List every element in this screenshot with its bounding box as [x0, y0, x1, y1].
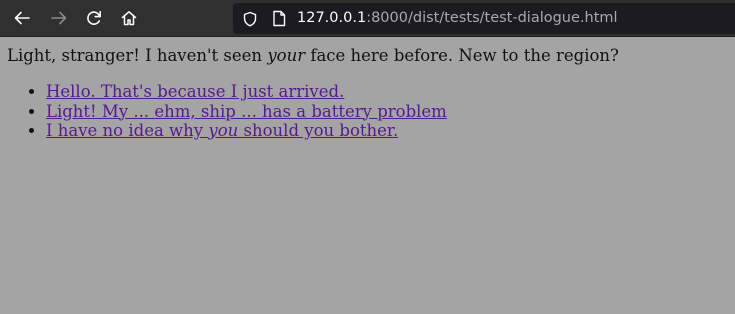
home-button[interactable]	[115, 4, 143, 32]
home-icon	[121, 11, 137, 26]
url-bar[interactable]: 127.0.0.1:8000/dist/tests/test-dialogue.…	[233, 3, 735, 34]
reload-icon	[87, 10, 101, 25]
choice-link-arrived[interactable]: Hello. That's because I just arrived.	[46, 82, 344, 101]
prompt-emphasis: your	[267, 46, 306, 65]
choice-text-after: should you bother.	[238, 121, 399, 140]
url-text[interactable]: 127.0.0.1:8000/dist/tests/test-dialogue.…	[297, 9, 618, 28]
arrow-left-icon	[14, 11, 30, 25]
page-content: Light, stranger! I haven't seen your fac…	[0, 37, 735, 314]
prompt-text-before: Light, stranger! I haven't seen	[7, 46, 268, 65]
choice-link-why-bother[interactable]: I have no idea why you should you bother…	[46, 121, 398, 140]
back-button[interactable]	[8, 4, 36, 32]
forward-button[interactable]	[45, 4, 73, 32]
dialogue-choice: Hello. That's because I just arrived.	[46, 82, 447, 102]
dialogue-choices: Hello. That's because I just arrived. Li…	[0, 82, 447, 141]
choice-link-battery[interactable]: Light! My ... ehm, ship ... has a batter…	[46, 102, 447, 121]
page-icon[interactable]	[271, 10, 287, 27]
reload-button[interactable]	[80, 4, 108, 32]
url-path: :8000/dist/tests/test-dialogue.html	[366, 10, 618, 26]
dialogue-choice: Light! My ... ehm, ship ... has a batter…	[46, 102, 447, 122]
prompt-text-after: face here before. New to the region?	[305, 46, 619, 65]
dialogue-choice: I have no idea why you should you bother…	[46, 121, 447, 141]
browser-toolbar: 127.0.0.1:8000/dist/tests/test-dialogue.…	[0, 0, 735, 37]
arrow-right-icon	[51, 11, 67, 25]
dialogue-prompt: Light, stranger! I haven't seen your fac…	[7, 46, 619, 66]
shield-icon[interactable]	[242, 11, 258, 27]
choice-emphasis: you	[208, 121, 239, 140]
url-host: 127.0.0.1	[297, 10, 367, 26]
choice-text-before: I have no idea why	[46, 121, 209, 140]
